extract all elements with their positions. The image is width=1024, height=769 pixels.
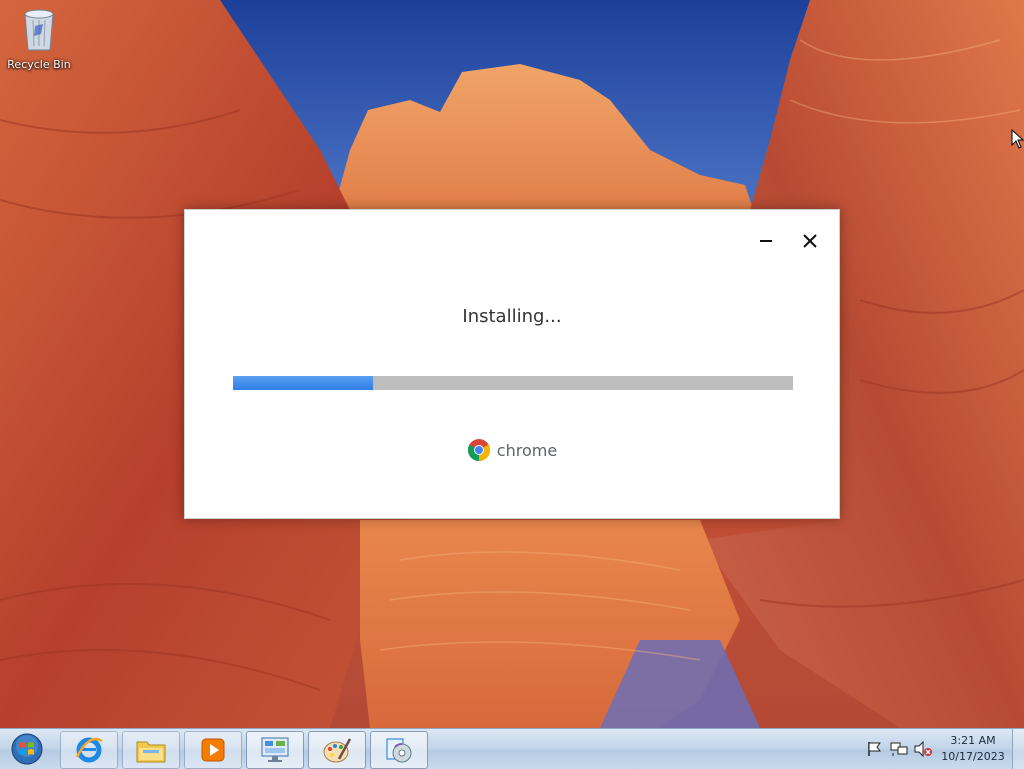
paint-icon <box>323 738 352 763</box>
taskbar-media-player[interactable] <box>184 731 242 769</box>
show-desktop-button[interactable] <box>1012 729 1024 769</box>
taskbar-control-panel[interactable] <box>246 731 304 769</box>
file-explorer-icon <box>136 741 166 763</box>
volume-muted-icon[interactable] <box>914 741 932 757</box>
install-progress-fill <box>233 376 373 390</box>
media-player-icon <box>201 738 225 762</box>
minimize-icon <box>760 240 772 242</box>
internet-explorer-icon <box>75 737 103 763</box>
installer-disc-icon <box>386 738 412 763</box>
taskbar-paint[interactable] <box>308 731 366 769</box>
mouse-cursor-icon <box>1011 129 1024 149</box>
taskbar: 3:21 AM 10/17/2023 <box>0 728 1024 769</box>
installing-status-text: Installing... <box>462 306 562 327</box>
start-button[interactable] <box>4 730 50 768</box>
chrome-brand: chrome <box>185 438 839 462</box>
clock-time: 3:21 AM <box>950 734 996 747</box>
desktop-icon-recycle-bin[interactable]: Recycle Bin <box>4 6 74 76</box>
chrome-installer-dialog: Installing... chrome <box>184 209 840 519</box>
close-button[interactable] <box>797 228 823 254</box>
clock-date: 10/17/2023 <box>941 750 1005 763</box>
recycle-bin-label: Recycle Bin <box>7 58 71 71</box>
windows-start-orb-icon <box>11 733 43 765</box>
chrome-brand-name: chrome <box>496 440 558 460</box>
minimize-button[interactable] <box>753 228 779 254</box>
install-progress-bar <box>233 376 793 390</box>
taskbar-internet-explorer[interactable] <box>60 731 118 769</box>
close-icon <box>803 234 817 248</box>
recycle-bin-icon <box>19 6 59 52</box>
network-icon[interactable] <box>890 741 908 757</box>
taskbar-installer[interactable] <box>370 731 428 769</box>
chrome-logo-icon <box>467 439 490 461</box>
action-center-flag-icon[interactable] <box>866 741 884 757</box>
control-panel-icon <box>261 737 289 762</box>
taskbar-file-explorer[interactable] <box>122 731 180 769</box>
taskbar-clock[interactable]: 3:21 AM 10/17/2023 <box>940 733 1006 765</box>
